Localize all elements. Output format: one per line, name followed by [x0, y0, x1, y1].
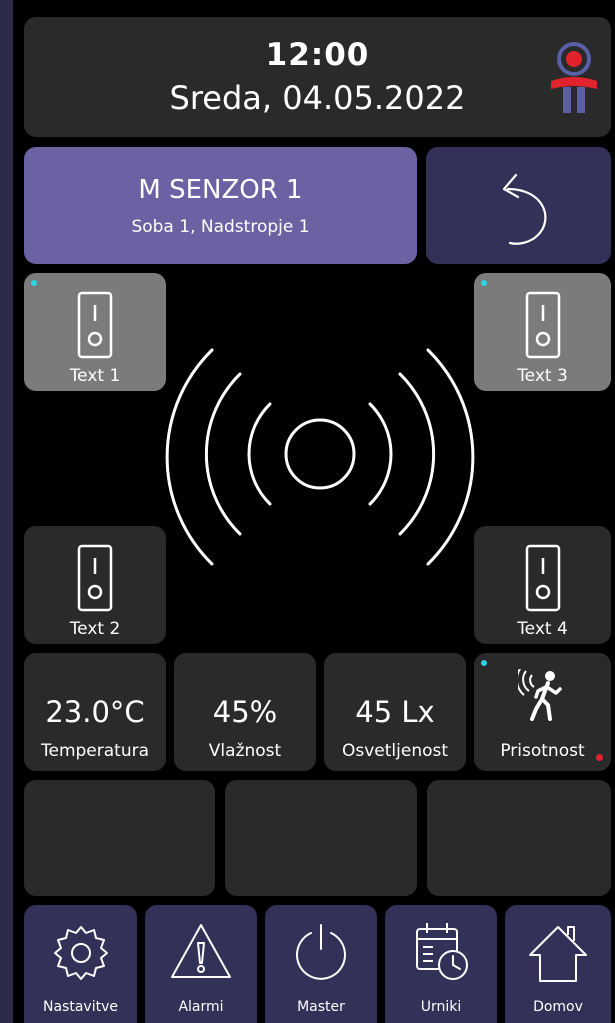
- humidity-tile: 45% Vlažnost: [174, 653, 316, 771]
- current-date: Sreda, 04.05.2022: [169, 79, 466, 117]
- nav-schedules-button[interactable]: Urniki: [385, 905, 497, 1023]
- status-led: [481, 280, 487, 286]
- alert-dot: [596, 754, 603, 761]
- nav-alarms-button[interactable]: Alarmi: [145, 905, 257, 1023]
- switch-label: Text 3: [517, 366, 568, 386]
- nav-label: Master: [297, 999, 345, 1015]
- humidity-value: 45%: [212, 695, 278, 729]
- sensor-signal-icon: [165, 348, 475, 566]
- temperature-value: 23.0°C: [45, 695, 145, 729]
- device-info-card: M SENZOR 1 Soba 1, Nadstropje 1: [24, 147, 417, 264]
- nav-label: Domov: [533, 999, 583, 1015]
- switch-label: Text 1: [69, 366, 121, 386]
- current-time: 12:00: [265, 37, 370, 73]
- clock-header: 12:00 Sreda, 04.05.2022: [24, 17, 611, 137]
- nav-label: Nastavitve: [43, 999, 118, 1015]
- nav-master-button[interactable]: Master: [265, 905, 377, 1023]
- device-name: M SENZOR 1: [138, 174, 303, 205]
- warning-icon: [171, 924, 231, 978]
- status-led: [481, 660, 487, 666]
- empty-slot-2: [225, 780, 417, 896]
- status-led: [31, 280, 37, 286]
- home-icon: [529, 926, 587, 982]
- presence-label: Prisotnost: [500, 741, 585, 761]
- empty-slot-3: [427, 780, 611, 896]
- switch-button-3[interactable]: Text 3: [474, 273, 611, 391]
- power-icon: [296, 924, 346, 980]
- switch-button-4[interactable]: Text 4: [474, 526, 611, 644]
- switch-icon: [77, 544, 113, 612]
- calendar-clock-icon: [416, 923, 468, 980]
- switch-icon: [525, 291, 560, 359]
- switch-button-2[interactable]: Text 2: [24, 526, 166, 644]
- nav-label: Urniki: [420, 999, 462, 1015]
- brand-logo: [551, 42, 597, 113]
- humidity-label: Vlažnost: [208, 741, 282, 761]
- temperature-tile: 23.0°C Temperatura: [24, 653, 166, 771]
- back-button[interactable]: [426, 147, 611, 264]
- illuminance-label: Osvetljenost: [341, 741, 449, 761]
- switch-icon: [77, 291, 113, 359]
- temperature-label: Temperatura: [40, 741, 150, 761]
- nav-label: Alarmi: [178, 999, 224, 1015]
- gear-icon: [53, 926, 108, 980]
- switch-label: Text 2: [69, 619, 121, 639]
- switch-label: Text 4: [517, 619, 568, 639]
- switch-button-1[interactable]: Text 1: [24, 273, 166, 391]
- presence-tile[interactable]: Prisotnost: [474, 653, 611, 771]
- walking-person-motion-icon: [518, 669, 562, 721]
- switch-icon: [525, 544, 560, 612]
- empty-slot-1: [24, 780, 215, 896]
- illuminance-value: 45 Lx: [355, 695, 435, 729]
- nav-home-button[interactable]: Domov: [505, 905, 611, 1023]
- nav-settings-button[interactable]: Nastavitve: [24, 905, 137, 1023]
- back-arrow-icon: [502, 173, 547, 245]
- device-location: Soba 1, Nadstropje 1: [131, 216, 310, 237]
- illuminance-tile: 45 Lx Osvetljenost: [324, 653, 466, 771]
